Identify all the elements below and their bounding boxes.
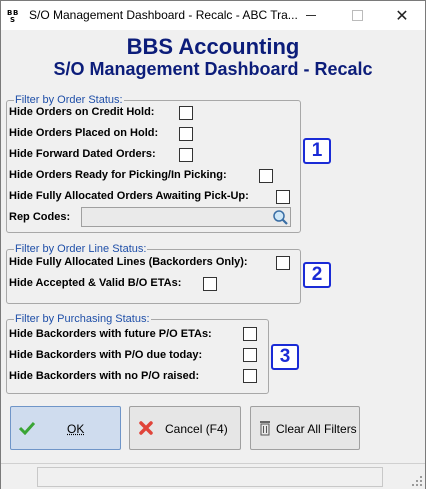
cancel-button[interactable]: Cancel (F4) — [129, 406, 241, 450]
dialog-content: BBS Accounting S/O Management Dashboard … — [1, 30, 425, 489]
app-logo-icon: B B S — [7, 9, 18, 22]
resize-grip-icon[interactable] — [411, 475, 423, 487]
minimize-button[interactable] — [288, 1, 334, 30]
accepted-bo-etas-label: Hide Accepted & Valid B/O ETAs: — [9, 277, 182, 289]
ready-for-picking-label: Hide Orders Ready for Picking/In Picking… — [9, 169, 227, 181]
credit-hold-label: Hide Orders on Credit Hold: — [9, 106, 155, 118]
no-po-raised-label: Hide Backorders with no P/O raised: — [9, 370, 200, 382]
app-window: B B S S/O Management Dashboard - Recalc … — [0, 0, 426, 489]
trash-icon — [260, 421, 270, 436]
status-bar — [1, 463, 425, 489]
maximize-icon — [351, 10, 363, 21]
svg-text:S: S — [10, 16, 15, 22]
clear-all-filters-button[interactable]: Clear All Filters — [250, 406, 360, 450]
credit-hold-checkbox[interactable] — [179, 106, 193, 120]
title-bar[interactable]: B B S S/O Management Dashboard - Recalc … — [1, 1, 425, 30]
ok-label: OK — [67, 422, 85, 436]
ok-button[interactable]: OK — [10, 406, 121, 450]
window-title: S/O Management Dashboard - Recalc - ABC … — [29, 8, 298, 22]
cancel-x-icon — [139, 421, 153, 435]
placed-on-hold-label: Hide Orders Placed on Hold: — [9, 127, 159, 139]
purchasing-status-legend: Filter by Purchasing Status: — [15, 313, 150, 325]
cancel-label: Cancel (F4) — [165, 422, 228, 436]
order-line-status-legend: Filter by Order Line Status: — [15, 243, 147, 255]
close-button[interactable]: ✕ — [379, 1, 425, 30]
maximize-button[interactable] — [334, 1, 380, 30]
order-status-legend: Filter by Order Status: — [15, 94, 123, 106]
fully-allocated-lines-label: Hide Fully Allocated Lines (Backorders O… — [9, 256, 248, 268]
checkmark-icon — [19, 421, 35, 435]
no-po-raised-checkbox[interactable] — [243, 369, 257, 383]
clear-all-filters-label: Clear All Filters — [276, 422, 357, 436]
rep-codes-input[interactable] — [81, 207, 291, 227]
forward-dated-label: Hide Forward Dated Orders: — [9, 148, 156, 160]
accepted-bo-etas-checkbox[interactable] — [203, 277, 217, 291]
search-icon[interactable] — [272, 209, 288, 225]
rep-codes-label: Rep Codes: — [9, 211, 71, 223]
awaiting-pickup-checkbox[interactable] — [276, 190, 290, 204]
fully-allocated-lines-checkbox[interactable] — [276, 256, 290, 270]
app-heading: BBS Accounting — [126, 34, 300, 59]
close-icon: ✕ — [395, 7, 409, 25]
po-due-today-label: Hide Backorders with P/O due today: — [9, 349, 203, 361]
section-3-badge: 3 — [271, 344, 299, 370]
po-due-today-checkbox[interactable] — [243, 348, 257, 362]
section-2-badge: 2 — [303, 262, 331, 288]
section-1-badge: 1 — [303, 138, 331, 164]
future-po-etas-checkbox[interactable] — [243, 327, 257, 341]
awaiting-pickup-label: Hide Fully Allocated Orders Awaiting Pic… — [9, 190, 249, 202]
dashboard-heading: S/O Management Dashboard - Recalc — [53, 59, 373, 79]
status-pane — [37, 467, 383, 487]
ready-for-picking-checkbox[interactable] — [259, 169, 273, 183]
minimize-icon — [306, 15, 316, 16]
future-po-etas-label: Hide Backorders with future P/O ETAs: — [9, 328, 212, 340]
order-line-status-group: Filter by Order Line Status: — [6, 243, 301, 304]
forward-dated-checkbox[interactable] — [179, 148, 193, 162]
placed-on-hold-checkbox[interactable] — [179, 127, 193, 141]
